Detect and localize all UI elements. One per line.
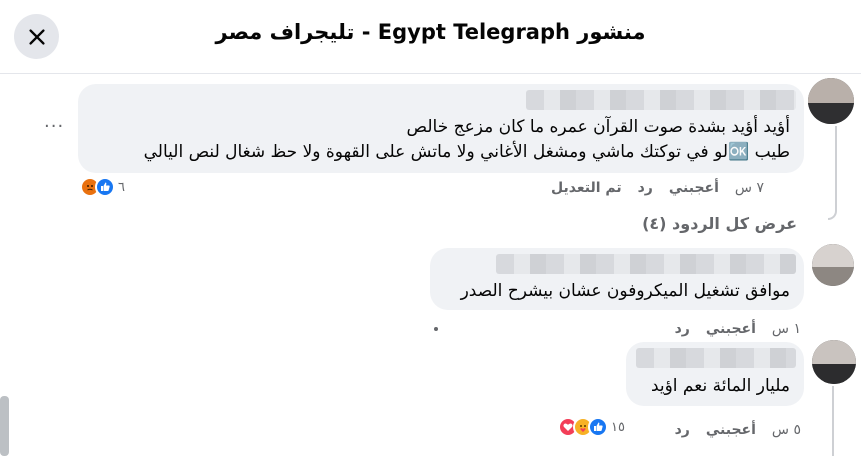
reaction-summary[interactable]: ١٥: [558, 417, 625, 437]
avatar[interactable]: [812, 244, 854, 286]
comment-text: أؤيد أؤيد بشدة صوت القرآن عمره ما كان مز…: [406, 117, 790, 137]
comment-text: طيب 🆗لو في توكتك ماشي ومشغل الأغاني ولا …: [143, 142, 790, 162]
reply-button[interactable]: رد: [675, 422, 690, 438]
more-options-button[interactable]: ···: [44, 116, 64, 137]
dialog-header: منشور Egypt Telegraph - تليجراف مصر: [0, 0, 861, 74]
comment-text: مليار المائة نعم اؤيد: [650, 376, 790, 396]
comment-actions: ٧ س أعجبني رد تم التعديل: [551, 180, 764, 196]
commenter-name[interactable]: [496, 254, 796, 274]
dialog-title: منشور Egypt Telegraph - تليجراف مصر: [215, 20, 646, 44]
separator-dot: [434, 327, 438, 331]
comment-text: موافق تشغيل الميكروفون عشان بيشرح الصدر: [460, 281, 790, 301]
like-button[interactable]: أعجبني: [706, 321, 756, 337]
comment-time[interactable]: ١ س: [772, 321, 801, 337]
comments-list[interactable]: أؤيد أؤيد بشدة صوت القرآن عمره ما كان مز…: [0, 74, 861, 456]
comment-actions: ٥ س أعجبني رد: [675, 422, 801, 438]
comment-actions: ١ س أعجبني رد: [675, 321, 801, 337]
reaction-count: ١٥: [611, 419, 625, 435]
scrollbar[interactable]: [0, 396, 9, 456]
view-all-replies-link[interactable]: عرض كل الردود (٤): [642, 214, 797, 233]
like-button[interactable]: أعجبني: [706, 422, 756, 438]
reaction-count: ٦: [118, 179, 125, 195]
reply-button[interactable]: رد: [675, 321, 690, 337]
thread-line: [828, 126, 837, 220]
comment-bubble: موافق تشغيل الميكروفون عشان بيشرح الصدر: [430, 248, 804, 310]
comment-time[interactable]: ٥ س: [772, 422, 801, 438]
edited-label[interactable]: تم التعديل: [551, 180, 622, 196]
reply-button[interactable]: رد: [638, 180, 653, 196]
comment-time[interactable]: ٧ س: [735, 180, 764, 196]
commenter-name[interactable]: [526, 90, 796, 110]
comment-bubble: أؤيد أؤيد بشدة صوت القرآن عمره ما كان مز…: [78, 84, 804, 173]
avatar[interactable]: [808, 78, 854, 124]
reaction-summary[interactable]: ٦: [80, 177, 125, 197]
avatar[interactable]: [812, 340, 856, 384]
like-icon: [95, 177, 115, 197]
thread-line: [832, 386, 834, 456]
comment-bubble: مليار المائة نعم اؤيد: [626, 342, 804, 406]
like-icon: [588, 417, 608, 437]
like-button[interactable]: أعجبني: [669, 180, 719, 196]
commenter-name[interactable]: [636, 348, 796, 368]
